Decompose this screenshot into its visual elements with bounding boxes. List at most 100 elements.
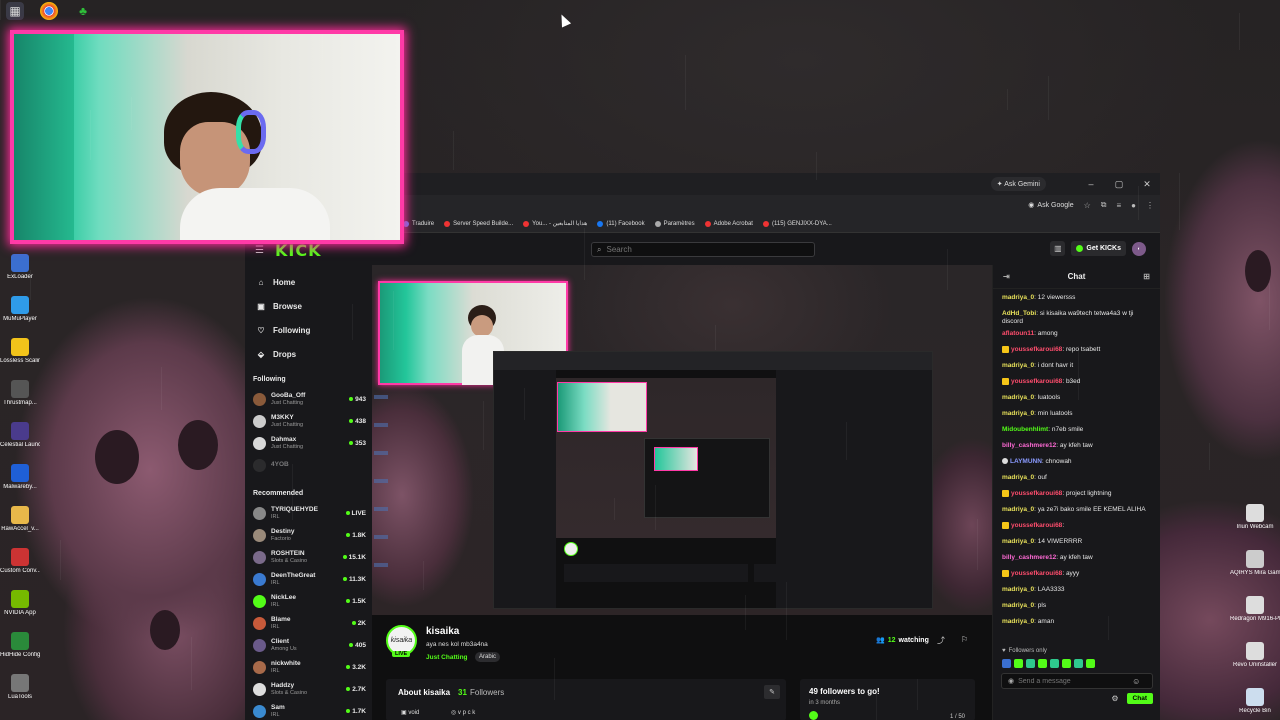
collapse-chat-icon[interactable]: ⇥ bbox=[1003, 272, 1010, 281]
chat-gear-icon[interactable]: ⚙ bbox=[1111, 694, 1118, 703]
layout-icon[interactable]: ▥ bbox=[1050, 241, 1066, 256]
chat-username[interactable]: madriya_0 bbox=[1002, 294, 1034, 301]
chat-username[interactable]: youssefkaroui68 bbox=[1011, 346, 1062, 353]
desktop-icon[interactable]: Thrustmap... bbox=[0, 376, 40, 418]
bookmark-item[interactable]: Server Speed Builde... bbox=[444, 220, 513, 227]
get-kicks-button[interactable]: Get KICKs bbox=[1071, 241, 1126, 256]
bookmark-item[interactable]: You... - هدايا المتابعين bbox=[523, 220, 587, 227]
clip-icon[interactable]: ⚐ bbox=[961, 635, 968, 644]
emote-icon[interactable] bbox=[1086, 658, 1095, 668]
star-icon[interactable]: ☆ bbox=[1084, 201, 1091, 210]
chat-username[interactable]: madriya_0 bbox=[1002, 602, 1034, 609]
chat-username[interactable]: madriya_0 bbox=[1002, 586, 1034, 593]
display-icon[interactable]: ▦ bbox=[6, 2, 24, 20]
channel-item[interactable]: M3KKY Just Chatting 438 bbox=[245, 410, 372, 432]
close-icon[interactable]: ✕ bbox=[1142, 179, 1152, 190]
chat-input[interactable] bbox=[1018, 677, 1129, 685]
desktop-icon[interactable]: HidHide Configurat... bbox=[0, 628, 40, 670]
desktop-icon[interactable]: MuMuPlayer bbox=[0, 292, 40, 334]
ask-google-button[interactable]: ◉ Ask Google bbox=[1028, 201, 1073, 210]
bookmark-item[interactable]: (11) Facebook bbox=[597, 220, 645, 227]
chat-username[interactable]: madriya_0 bbox=[1002, 538, 1034, 545]
chat-input-box[interactable]: ◉ ☺ bbox=[1001, 673, 1153, 689]
search-bar[interactable]: ⌕ bbox=[591, 242, 815, 257]
bookmark-item[interactable]: Traduire bbox=[403, 220, 434, 227]
streamer-name[interactable]: kisaika bbox=[426, 626, 459, 637]
chat-username[interactable]: madriya_0 bbox=[1002, 362, 1034, 369]
chat-username[interactable]: aflatoun11 bbox=[1002, 330, 1034, 337]
chat-username[interactable]: youssefkaroui68 bbox=[1011, 490, 1062, 497]
chat-username[interactable]: youssefkaroui68 bbox=[1011, 570, 1062, 577]
chrome-icon[interactable] bbox=[40, 2, 58, 20]
social-link-void[interactable]: ▣ void bbox=[401, 709, 419, 716]
emote-icon[interactable] bbox=[1002, 658, 1011, 668]
channel-item[interactable]: GooBa_Off Just Chatting 943 bbox=[245, 388, 372, 410]
emote-icon[interactable] bbox=[1038, 658, 1047, 668]
chat-username[interactable]: madriya_0 bbox=[1002, 394, 1034, 401]
hamburger-menu-icon[interactable]: ☰ bbox=[255, 245, 264, 256]
social-link-instagram[interactable]: ◎ v p c k bbox=[451, 709, 475, 716]
ask-gemini-button[interactable]: ✦ Ask Gemini bbox=[990, 177, 1046, 191]
chat-username[interactable]: LAYMUNN bbox=[1010, 458, 1042, 465]
desktop-icon[interactable]: ExLoader bbox=[0, 250, 40, 292]
profile-icon[interactable]: ● bbox=[1131, 201, 1136, 210]
channel-item[interactable]: DeenTheGreat IRL 11.3K bbox=[245, 568, 372, 590]
menu-lines-icon[interactable]: ≡ bbox=[1116, 201, 1121, 210]
chat-username[interactable]: Midoubenhlimt bbox=[1002, 426, 1048, 433]
desktop-icon[interactable]: Celestial Launcher bbox=[0, 418, 40, 460]
emote-icon[interactable] bbox=[1050, 658, 1059, 668]
chat-username[interactable]: youssefkaroui68 bbox=[1011, 378, 1062, 385]
desktop-icon[interactable]: Recycle Bin bbox=[1230, 684, 1280, 720]
chat-username[interactable]: billy_cashmere12 bbox=[1002, 554, 1056, 561]
emote-icon[interactable] bbox=[1062, 658, 1071, 668]
chat-settings-icon[interactable]: ⊞ bbox=[1143, 272, 1150, 281]
chat-username[interactable]: billy_cashmere12 bbox=[1002, 442, 1056, 449]
smile-icon[interactable]: ☺ bbox=[1132, 677, 1140, 686]
desktop-icon[interactable]: RawAccel_v... bbox=[0, 502, 40, 544]
stream-player[interactable] bbox=[372, 265, 992, 615]
desktop-icon[interactable]: NVIDIA App bbox=[0, 586, 40, 628]
kebab-menu-icon[interactable]: ⋮ bbox=[1146, 201, 1154, 210]
channel-item[interactable]: Sam IRL 1.7K bbox=[245, 700, 372, 720]
bookmark-item[interactable]: Adobe Acrobat bbox=[704, 220, 753, 227]
channel-item[interactable]: TYRIQUEHYDE IRL LIVE bbox=[245, 502, 372, 524]
desktop-icon[interactable]: Iriun Webcam bbox=[1230, 500, 1280, 546]
channel-item[interactable]: Dahmax Just Chatting 353 bbox=[245, 432, 372, 454]
desktop-icon[interactable]: Lossless Scaling bbox=[0, 334, 40, 376]
channel-item[interactable]: ROSHTEIN Slots & Casino 15.1K bbox=[245, 546, 372, 568]
channel-item[interactable]: Client Among Us 405 bbox=[245, 634, 372, 656]
channel-item[interactable]: Haddzy Slots & Casino 2.7K bbox=[245, 678, 372, 700]
chat-username[interactable]: madriya_0 bbox=[1002, 618, 1034, 625]
channel-item[interactable]: Blame IRL 2K bbox=[245, 612, 372, 634]
channel-item[interactable]: nickwhite IRL 3.2K bbox=[245, 656, 372, 678]
chat-username[interactable]: madriya_0 bbox=[1002, 474, 1034, 481]
emote-picker-icon[interactable]: ◉ bbox=[1008, 677, 1014, 685]
desktop-icon[interactable]: Malwareby... bbox=[0, 460, 40, 502]
chat-username[interactable]: AdHd_Tobi bbox=[1002, 310, 1036, 317]
emote-icon[interactable] bbox=[1026, 658, 1035, 668]
stream-category[interactable]: Just Chatting bbox=[426, 654, 468, 661]
minimize-icon[interactable]: – bbox=[1086, 179, 1096, 189]
channel-item[interactable]: 4YOB bbox=[245, 454, 372, 476]
desktop-icon[interactable]: Revo Uninstaller bbox=[1230, 638, 1280, 684]
desktop-icon[interactable]: LuaTools bbox=[0, 670, 40, 712]
sidebar-item-drops[interactable]: ⬙ Drops bbox=[245, 342, 372, 366]
chat-username[interactable]: madriya_0 bbox=[1002, 410, 1034, 417]
bookmark-item[interactable]: Paramètres bbox=[654, 220, 695, 227]
share-icon[interactable]: ⤴ bbox=[937, 635, 945, 646]
stream-tag[interactable]: Arabic bbox=[475, 652, 501, 662]
bookmark-item[interactable]: (115) GENJIXX-DYA... bbox=[762, 220, 832, 227]
edit-pencil-icon[interactable]: ✎ bbox=[764, 685, 780, 699]
extensions-icon[interactable]: ⧉ bbox=[1101, 200, 1107, 210]
desktop-icon[interactable]: Custom Conv... bbox=[0, 544, 40, 586]
chat-username[interactable]: madriya_0 bbox=[1002, 506, 1034, 513]
tree-icon[interactable]: ♣ bbox=[74, 2, 92, 20]
sidebar-item-home[interactable]: ⌂ Home bbox=[245, 270, 372, 294]
chat-send-button[interactable]: Chat bbox=[1126, 693, 1153, 704]
desktop-icon[interactable]: AQIRYS Mira Gaming Ke... bbox=[1230, 546, 1280, 592]
channel-item[interactable]: Destiny Factorio 1.8K bbox=[245, 524, 372, 546]
chat-username[interactable]: youssefkaroui68 bbox=[1011, 522, 1062, 529]
user-avatar[interactable]: ◐ bbox=[1132, 241, 1146, 256]
maximize-icon[interactable]: ▢ bbox=[1114, 179, 1124, 190]
emote-icon[interactable] bbox=[1074, 658, 1083, 668]
